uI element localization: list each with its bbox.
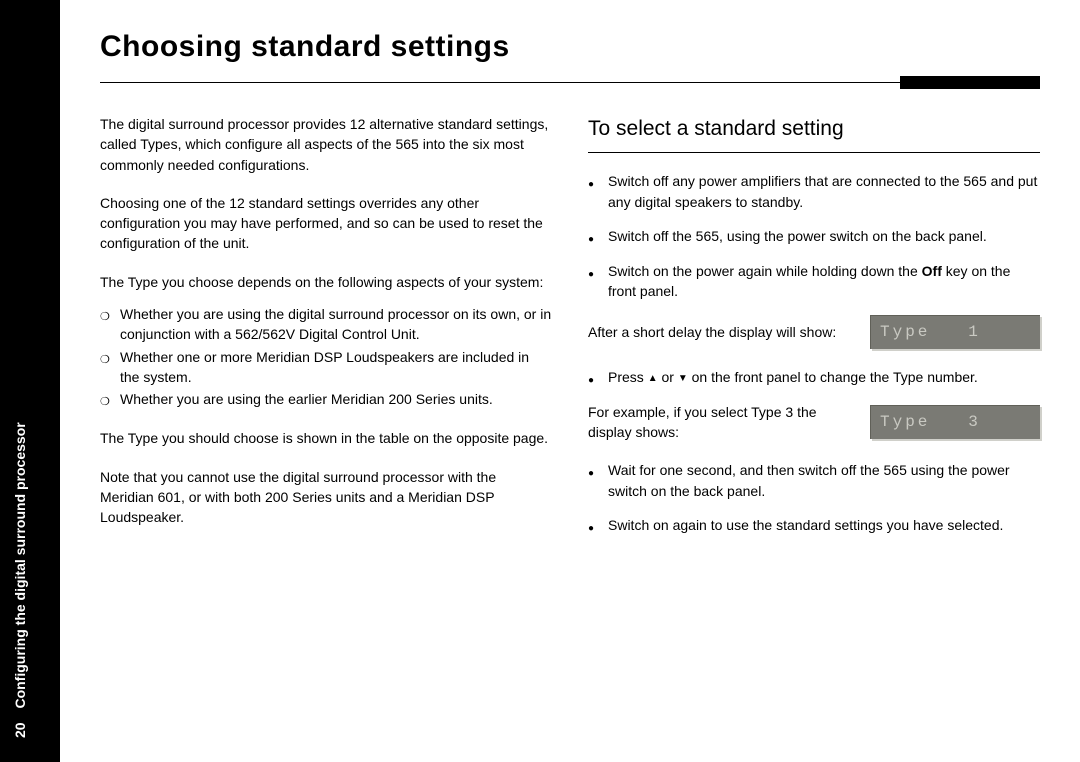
list-text: Whether you are using the digital surrou… — [120, 304, 552, 345]
display-row: After a short delay the display will sho… — [588, 315, 1040, 349]
up-arrow-icon — [648, 369, 658, 385]
list-text: Whether one or more Meridian DSP Loudspe… — [120, 347, 552, 388]
step-text: Switch off any power amplifiers that are… — [608, 171, 1040, 212]
bullet-dot-icon — [588, 515, 600, 536]
t: Switch on the power again while holding … — [608, 263, 922, 279]
step: Switch off any power amplifiers that are… — [588, 171, 1040, 212]
list-item: Whether you are using the earlier Meridi… — [100, 389, 552, 410]
lcd-display: Type 1 — [870, 315, 1040, 349]
page-title: Choosing standard settings — [100, 30, 1040, 64]
bullet-icon — [100, 389, 114, 410]
step: Switch off the 565, using the power swit… — [588, 226, 1040, 247]
t: Press — [608, 369, 648, 385]
para: The digital surround processor provides … — [100, 114, 552, 175]
step-text: Switch off the 565, using the power swit… — [608, 226, 987, 247]
list-item: Whether one or more Meridian DSP Loudspe… — [100, 347, 552, 388]
bullet-dot-icon — [588, 226, 600, 247]
aspect-list: Whether you are using the digital surrou… — [100, 304, 552, 410]
right-column: To select a standard setting Switch off … — [588, 114, 1040, 549]
down-arrow-icon — [678, 369, 688, 385]
section-name: Configuring the digital surround process… — [12, 422, 28, 708]
t: on the front panel to change the Type nu… — [688, 369, 978, 385]
para: For example, if you select Type 3 the di… — [588, 402, 856, 443]
bullet-dot-icon — [588, 261, 600, 302]
lcd-display: Type 3 — [870, 405, 1040, 439]
list-text: Whether you are using the earlier Meridi… — [120, 389, 493, 410]
sidebar: 20 Configuring the digital surround proc… — [0, 0, 60, 762]
step-text: Press or on the front panel to change th… — [608, 367, 978, 388]
off-key: Off — [922, 263, 942, 279]
display-row: For example, if you select Type 3 the di… — [588, 402, 1040, 443]
step: Wait for one second, and then switch off… — [588, 460, 1040, 501]
section-heading: To select a standard setting — [588, 114, 1040, 144]
step: Switch on again to use the standard sett… — [588, 515, 1040, 536]
list-item: Whether you are using the digital surrou… — [100, 304, 552, 345]
bullet-icon — [100, 347, 114, 388]
t: or — [658, 369, 678, 385]
bullet-dot-icon — [588, 460, 600, 501]
section-rule — [588, 152, 1040, 153]
step-text: Switch on again to use the standard sett… — [608, 515, 1003, 536]
bullet-dot-icon — [588, 367, 600, 388]
sidebar-label: 20 Configuring the digital surround proc… — [12, 422, 28, 738]
bullet-icon — [100, 304, 114, 345]
para: The Type you choose depends on the follo… — [100, 272, 552, 292]
step: Switch on the power again while holding … — [588, 261, 1040, 302]
para: Choosing one of the 12 standard settings… — [100, 193, 552, 254]
para: Note that you cannot use the digital sur… — [100, 467, 552, 528]
step-text: Switch on the power again while holding … — [608, 261, 1040, 302]
left-column: The digital surround processor provides … — [100, 114, 552, 549]
step-text: Wait for one second, and then switch off… — [608, 460, 1040, 501]
page-number: 20 — [12, 722, 28, 738]
para: The Type you should choose is shown in t… — [100, 428, 552, 448]
para: After a short delay the display will sho… — [588, 322, 856, 342]
page-content: Choosing standard settings The digital s… — [60, 0, 1080, 732]
title-rule — [100, 70, 1040, 90]
step: Press or on the front panel to change th… — [588, 367, 1040, 388]
bullet-dot-icon — [588, 171, 600, 212]
